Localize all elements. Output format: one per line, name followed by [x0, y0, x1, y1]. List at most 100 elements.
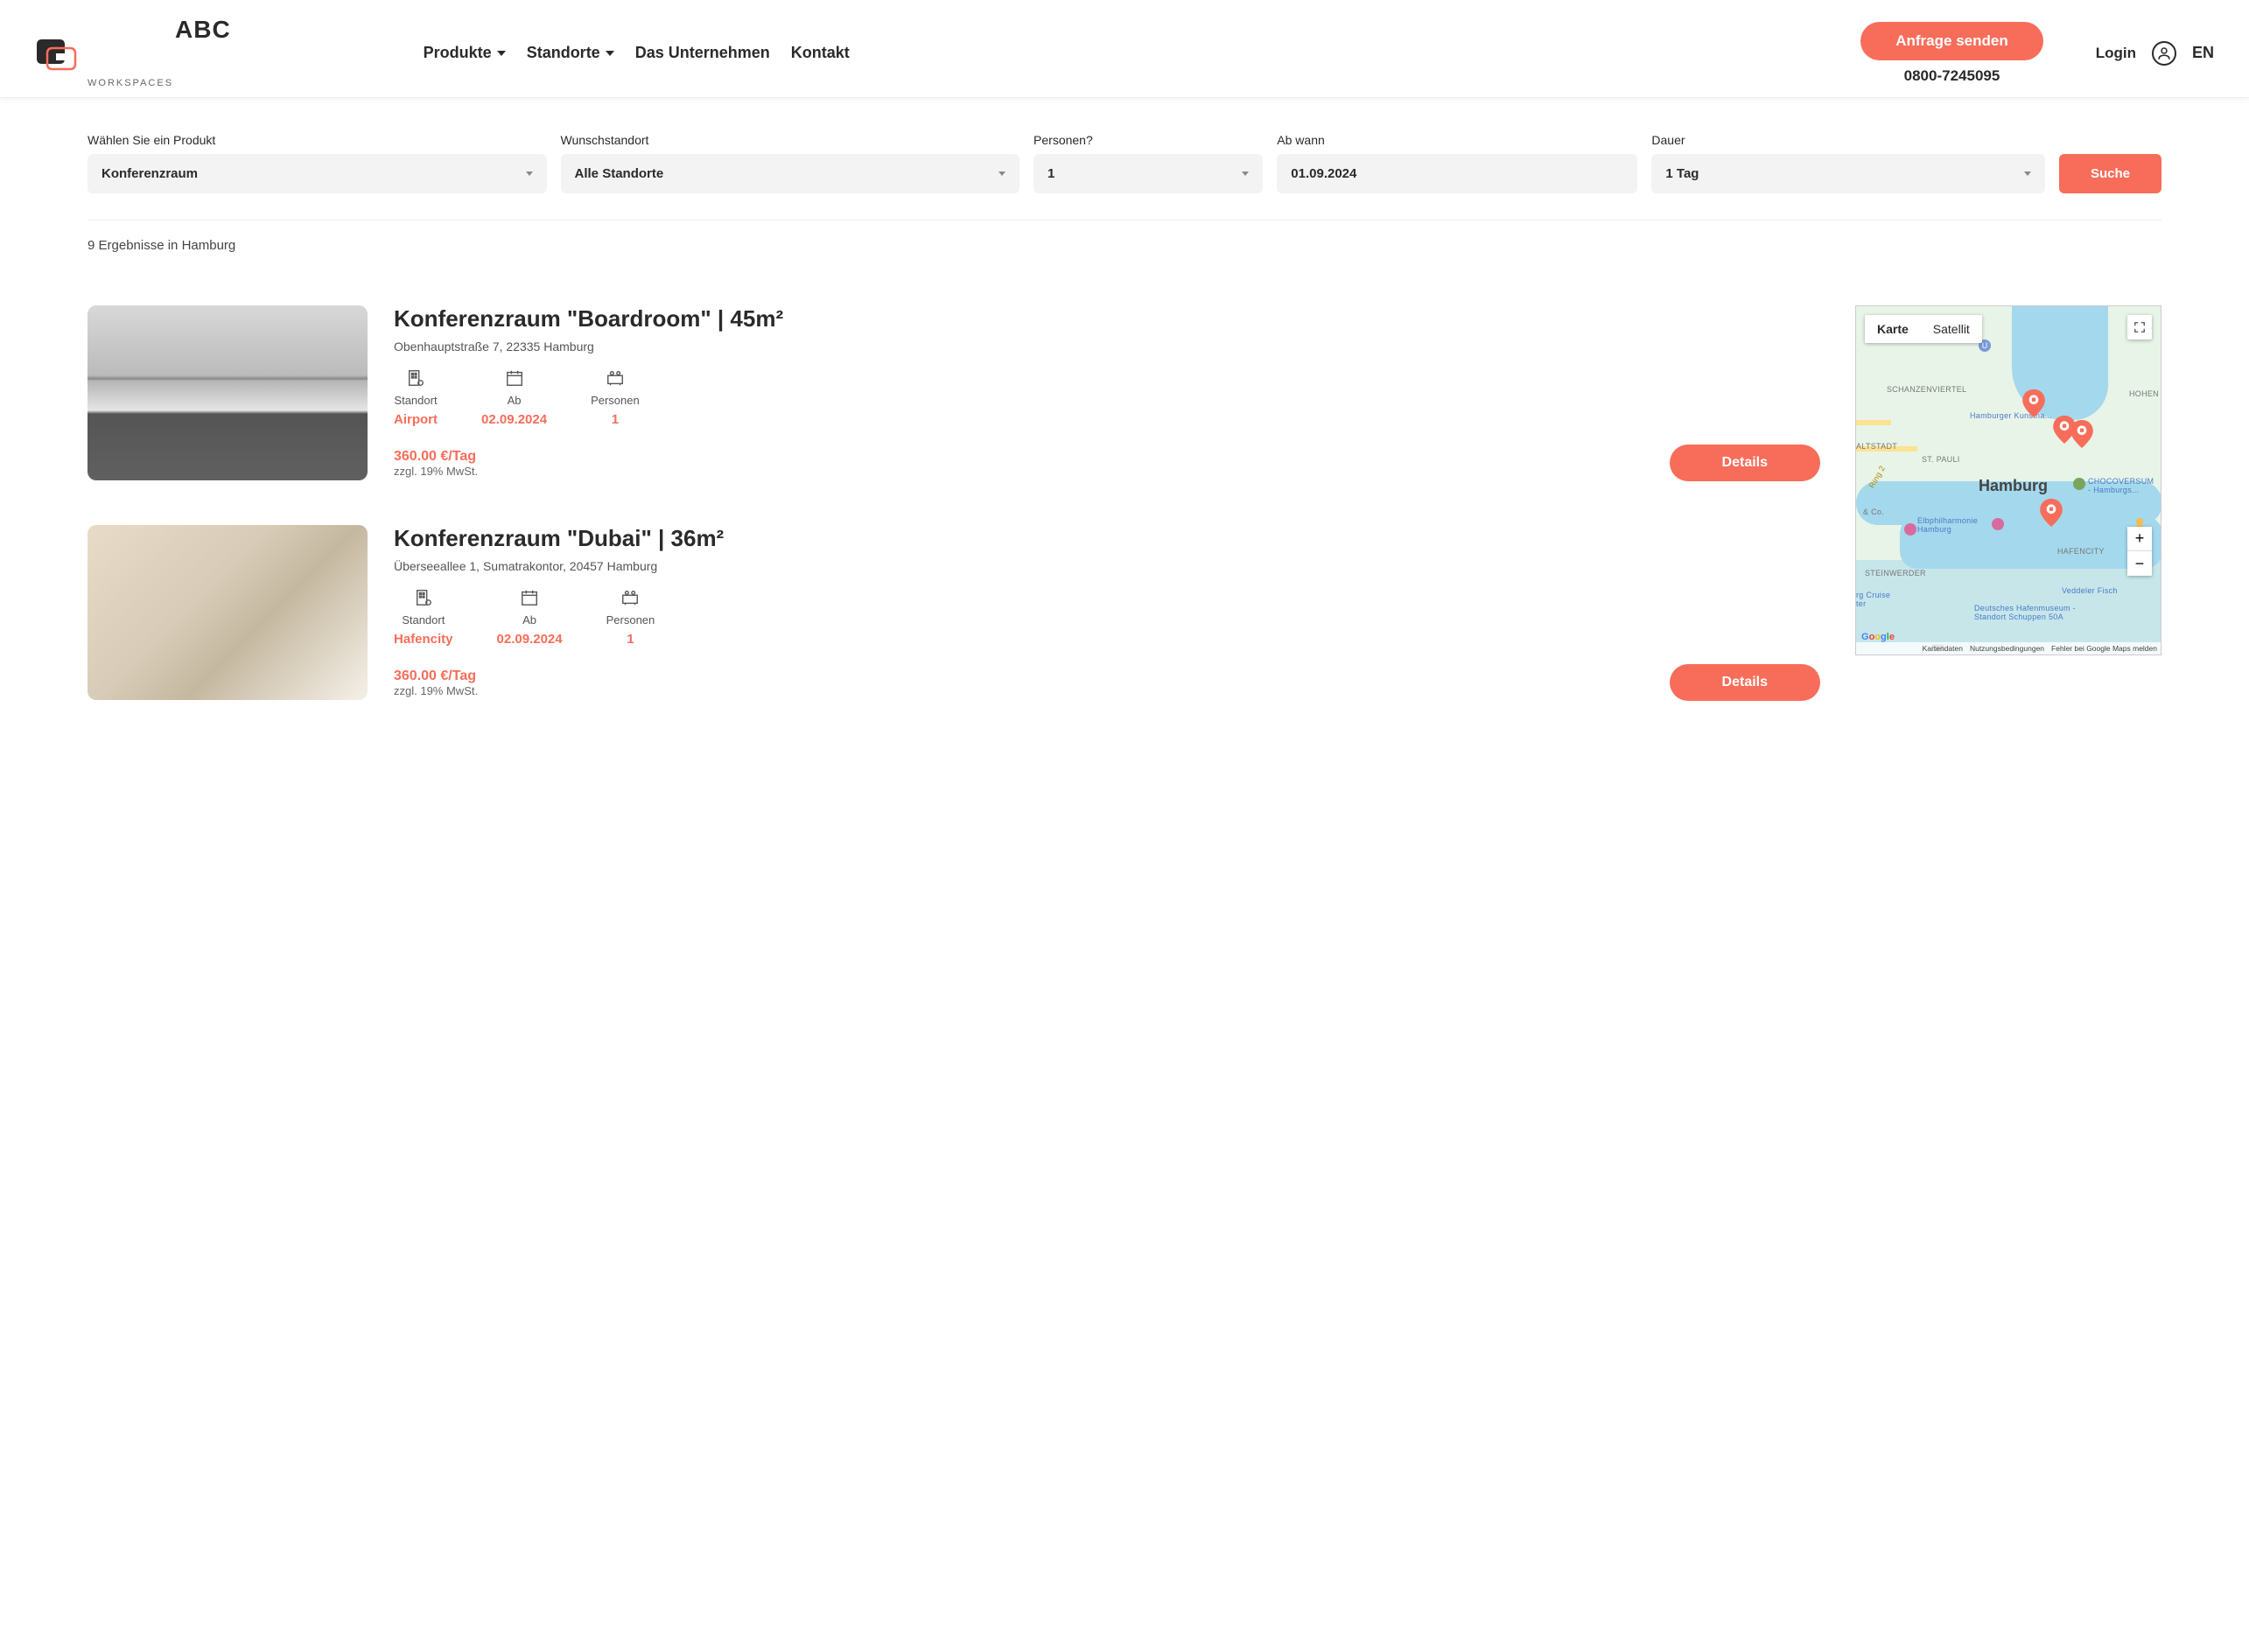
map-attrib-report[interactable]: Fehler bei Google Maps melden: [2051, 644, 2157, 653]
nav-products[interactable]: Produkte: [424, 44, 506, 62]
meta-persons-value: 1: [627, 632, 634, 647]
header-cta: Anfrage senden 0800-7245095: [1860, 22, 2042, 85]
location-value: Alle Standorte: [575, 166, 664, 181]
main-content: Konferenzraum "Boardroom" | 45m² Obenhau…: [0, 305, 2249, 736]
persons-icon: [605, 368, 626, 388]
login-link[interactable]: Login: [2096, 45, 2136, 62]
chevron-down-icon: [497, 51, 506, 56]
map-poi-icon: [1904, 523, 1916, 536]
meta-from-label: Ab: [522, 613, 536, 626]
listings: Konferenzraum "Boardroom" | 45m² Obenhau…: [88, 305, 1820, 701]
results-count: 9 Ergebnisse in Hamburg: [88, 238, 2161, 253]
details-button[interactable]: Details: [1670, 444, 1820, 481]
meta-location-value: Hafencity: [394, 632, 453, 647]
brand-sub: WORKSPACES: [88, 79, 173, 88]
map-poi-label: CHOCOVERSUM - Hamburgs...: [2088, 477, 2158, 494]
listing-meta: Standort Hafencity Ab 02.09.2024: [394, 587, 1820, 647]
listing-image[interactable]: [88, 305, 368, 480]
duration-label: Dauer: [1651, 133, 2045, 147]
phone-number: 0800-7245095: [1904, 67, 2000, 85]
map-type-switcher: Karte Satellit: [1865, 315, 1982, 343]
map-google-logo: Google: [1861, 632, 1895, 642]
date-value: 01.09.2024: [1291, 166, 1356, 181]
map-zoom-controls: + −: [2127, 527, 2152, 576]
map-marker-icon[interactable]: [2022, 389, 2043, 410]
date-label: Ab wann: [1277, 133, 1637, 147]
map-poi-label: rg Cruise ter: [1856, 591, 1900, 608]
map-city-label: Hamburg: [1979, 477, 2048, 495]
meta-location-label: Standort: [394, 394, 437, 407]
listing-item: Konferenzraum "Boardroom" | 45m² Obenhau…: [88, 305, 1820, 481]
listing-footer: 360.00 €/Tag zzgl. 19% MwSt. Details: [394, 444, 1820, 481]
svg-text:U: U: [1982, 341, 1988, 350]
date-input[interactable]: 01.09.2024: [1277, 154, 1637, 193]
listing-price: 360.00 €/Tag: [394, 449, 478, 465]
map-poi-label: Veddeler Fisch: [2062, 586, 2118, 595]
brand-name: ABC: [88, 18, 319, 77]
map-poi-icon: [2073, 478, 2085, 490]
chevron-down-icon: [606, 51, 614, 56]
product-value: Konferenzraum: [102, 166, 198, 181]
logo-text: ABC WORKSPACES: [88, 18, 319, 88]
map-marker-icon[interactable]: [2070, 420, 2091, 441]
location-select[interactable]: Alle Standorte: [561, 154, 1020, 193]
meta-location-label: Standort: [402, 613, 445, 626]
chevron-down-icon: [998, 172, 1005, 176]
listing-meta: Standort Airport Ab 02.09.2024: [394, 368, 1820, 427]
map-marker-icon[interactable]: [2040, 499, 2061, 520]
duration-select[interactable]: 1 Tag: [1651, 154, 2045, 193]
map-district-label: ST. PAULI: [1922, 455, 1960, 464]
map-district-label: HAFENCITY: [2057, 547, 2105, 556]
map-district-label: & Co.: [1863, 508, 1884, 516]
map-zoom-in-button[interactable]: +: [2127, 527, 2152, 551]
listing-title: Konferenzraum "Dubai" | 36m²: [394, 525, 1820, 552]
product-select[interactable]: Konferenzraum: [88, 154, 547, 193]
map-tab-map[interactable]: Karte: [1865, 315, 1921, 343]
map-fullscreen-button[interactable]: [2127, 315, 2152, 340]
listing-tax: zzgl. 19% MwSt.: [394, 684, 478, 697]
map-zoom-out-button[interactable]: −: [2127, 551, 2152, 576]
logo[interactable]: ABC WORKSPACES: [35, 18, 319, 88]
nav-company[interactable]: Das Unternehmen: [635, 44, 770, 62]
nav-products-label: Produkte: [424, 44, 492, 62]
persons-select[interactable]: 1: [1033, 154, 1263, 193]
header-account: Login EN: [2096, 41, 2214, 66]
calendar-icon: [519, 587, 540, 608]
map-poi-icon: [1992, 518, 2004, 530]
listing-content: Konferenzraum "Boardroom" | 45m² Obenhau…: [394, 305, 1820, 481]
listing-footer: 360.00 €/Tag zzgl. 19% MwSt. Details: [394, 664, 1820, 701]
details-button[interactable]: Details: [1670, 664, 1820, 701]
meta-persons-label: Personen: [606, 613, 655, 626]
persons-icon: [620, 587, 641, 608]
building-icon: [405, 368, 426, 388]
nav-contact-label: Kontakt: [791, 44, 850, 62]
map-attrib-data[interactable]: Kartendaten: [1923, 644, 1963, 653]
map-poi-label: Deutsches Hafenmuseum - Standort Schuppe…: [1974, 604, 2088, 621]
map-tab-satellite[interactable]: Satellit: [1921, 315, 1982, 343]
inquiry-button[interactable]: Anfrage senden: [1860, 22, 2042, 60]
duration-value: 1 Tag: [1665, 166, 1699, 181]
meta-from-value: 02.09.2024: [497, 632, 563, 647]
nav-locations[interactable]: Standorte: [527, 44, 614, 62]
listing-content: Konferenzraum "Dubai" | 36m² Überseealle…: [394, 525, 1820, 701]
nav-company-label: Das Unternehmen: [635, 44, 770, 62]
language-toggle[interactable]: EN: [2192, 44, 2214, 62]
user-icon[interactable]: [2152, 41, 2176, 66]
listing-item: Konferenzraum "Dubai" | 36m² Überseealle…: [88, 525, 1820, 701]
map-panel[interactable]: SCHLUMP SCHANZENVIERTEL ALTSTADT ST. PAU…: [1855, 305, 2161, 655]
map-attrib-terms[interactable]: Nutzungsbedingungen: [1970, 644, 2044, 653]
nav-contact[interactable]: Kontakt: [791, 44, 850, 62]
listing-price: 360.00 €/Tag: [394, 668, 478, 684]
listing-image[interactable]: [88, 525, 368, 700]
meta-location-value: Airport: [394, 412, 438, 427]
map-district-label: STEINWERDER: [1865, 569, 1926, 578]
listing-address: Obenhauptstraße 7, 22335 Hamburg: [394, 340, 1820, 354]
meta-from-label: Ab: [508, 394, 522, 407]
meta-from-value: 02.09.2024: [481, 412, 547, 427]
location-label: Wunschstandort: [561, 133, 1020, 147]
chevron-down-icon: [526, 172, 533, 176]
map-canvas[interactable]: SCHLUMP SCHANZENVIERTEL ALTSTADT ST. PAU…: [1856, 306, 2161, 654]
map-district-label: HOHEN: [2129, 389, 2159, 398]
meta-persons-label: Personen: [591, 394, 640, 407]
search-button[interactable]: Suche: [2059, 154, 2161, 193]
